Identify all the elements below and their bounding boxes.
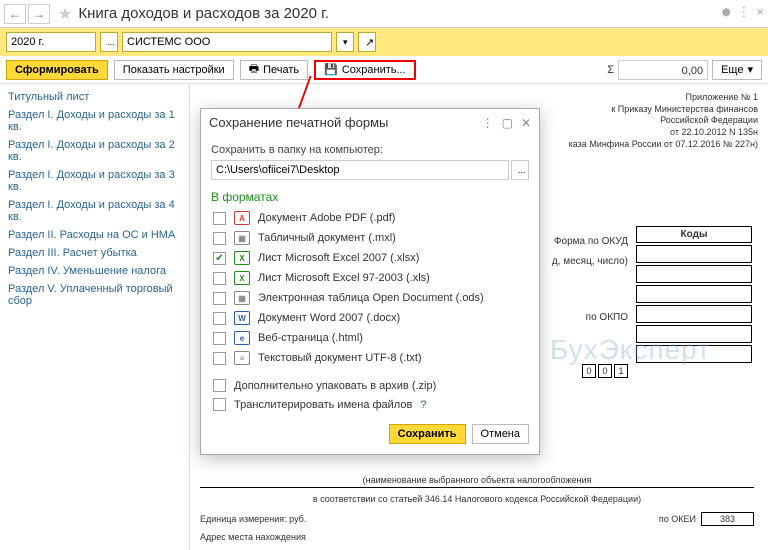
format-label: Лист Microsoft Excel 2007 (.xlsx) <box>258 252 419 264</box>
close-icon[interactable]: × <box>756 4 764 23</box>
filetype-icon: ▦ <box>234 291 250 305</box>
sidebar-item[interactable]: Раздел IV. Уменьшение налога <box>0 262 189 280</box>
filetype-icon: e <box>234 331 250 345</box>
filter-bar: ... ▾ ↗ <box>0 28 768 56</box>
org-input[interactable] <box>122 32 332 52</box>
sidebar-item[interactable]: Раздел I. Доходы и расходы за 1 кв. <box>0 106 189 136</box>
translit-checkbox[interactable] <box>213 398 226 411</box>
format-label: Табличный документ (.mxl) <box>258 232 396 244</box>
window-titlebar: ← → ★ Книга доходов и расходов за 2020 г… <box>0 0 768 28</box>
format-row: W Документ Word 2007 (.docx) <box>211 308 529 328</box>
show-settings-button[interactable]: Показать настройки <box>114 60 234 80</box>
formats-section-title: В форматах <box>211 190 529 204</box>
disk-icon: 💾 <box>324 63 338 76</box>
sidebar-item[interactable]: Титульный лист <box>0 88 189 106</box>
print-button[interactable]: 🖶Печать <box>240 60 308 80</box>
addr-label: Адрес места нахождения <box>200 532 754 544</box>
zip-checkbox[interactable] <box>213 379 226 392</box>
format-checkbox[interactable] <box>213 272 226 285</box>
year-picker-button[interactable]: ... <box>100 32 118 52</box>
format-checkbox[interactable] <box>213 232 226 245</box>
page-title: Книга доходов и расходов за 2020 г. <box>78 5 721 22</box>
codes-table: Коды <box>634 224 754 365</box>
more-button[interactable]: Еще ▾ <box>712 60 762 80</box>
sidebar-item[interactable]: Раздел V. Уплаченный торговый сбор <box>0 280 189 310</box>
format-row: X Лист Microsoft Excel 97-2003 (.xls) <box>211 268 529 288</box>
format-row: X Лист Microsoft Excel 2007 (.xlsx) <box>211 248 529 268</box>
filetype-icon: W <box>234 311 250 325</box>
format-label: Текстовый документ UTF-8 (.txt) <box>258 352 422 364</box>
format-checkbox[interactable] <box>213 212 226 225</box>
toolbar: Сформировать Показать настройки 🖶Печать … <box>0 56 768 84</box>
dialog-menu-icon[interactable]: ⋮ <box>482 116 494 130</box>
sidebar-item[interactable]: Раздел III. Расчет убытка <box>0 244 189 262</box>
dialog-title: Сохранение печатной формы <box>209 115 474 130</box>
format-label: Документ Word 2007 (.docx) <box>258 312 400 324</box>
format-checkbox[interactable] <box>213 312 226 325</box>
format-row: A Документ Adobe PDF (.pdf) <box>211 208 529 228</box>
favorite-icon[interactable]: ★ <box>58 4 72 24</box>
help-icon[interactable]: ? <box>420 399 426 411</box>
path-input[interactable] <box>211 160 509 180</box>
sections-sidebar: Титульный листРаздел I. Доходы и расходы… <box>0 84 190 550</box>
codes-header: Коды <box>636 226 752 243</box>
forward-button[interactable]: → <box>28 4 50 24</box>
format-row: ▦ Электронная таблица Open Document (.od… <box>211 288 529 308</box>
filetype-icon: X <box>234 251 250 265</box>
filetype-icon: ▦ <box>234 231 250 245</box>
unit-label: Единица измерения: руб. <box>200 514 306 524</box>
save-dialog: Сохранение печатной формы ⋮ ▢ ✕ Сохранит… <box>200 108 540 455</box>
format-label: Веб-страница (.html) <box>258 332 363 344</box>
year-input[interactable] <box>6 32 96 52</box>
format-checkbox[interactable] <box>213 252 226 265</box>
sidebar-item[interactable]: Раздел II. Расходы на ОС и НМА <box>0 226 189 244</box>
sigma-icon: Σ <box>607 64 614 76</box>
sum-display: 0,00 <box>618 60 708 80</box>
okud-label: Форма по ОКУД <box>554 236 628 247</box>
format-row: ≡ Текстовый документ UTF-8 (.txt) <box>211 348 529 368</box>
format-label: Документ Adobe PDF (.pdf) <box>258 212 395 224</box>
generate-button[interactable]: Сформировать <box>6 60 108 80</box>
dialog-save-button[interactable]: Сохранить <box>389 424 466 444</box>
browse-button[interactable]: ... <box>511 160 529 180</box>
format-label: Лист Microsoft Excel 97-2003 (.xls) <box>258 272 430 284</box>
back-button[interactable]: ← <box>4 4 26 24</box>
format-row: e Веб-страница (.html) <box>211 328 529 348</box>
dialog-close-icon[interactable]: ✕ <box>521 116 531 130</box>
printer-icon: 🖶 <box>249 60 259 79</box>
sidebar-item[interactable]: Раздел I. Доходы и расходы за 3 кв. <box>0 166 189 196</box>
discuss-icon[interactable]: 🟐 <box>721 4 731 23</box>
small-code-boxes: 001 <box>582 364 628 378</box>
save-button[interactable]: 💾Сохранить... <box>314 60 416 80</box>
format-list: A Документ Adobe PDF (.pdf) ▦ Табличный … <box>211 208 529 368</box>
path-label: Сохранить в папку на компьютер: <box>211 144 529 156</box>
foot-note: в соответствии со статьей 346.14 Налогов… <box>200 494 754 506</box>
format-label: Электронная таблица Open Document (.ods) <box>258 292 484 304</box>
date-label: д, месяц, число) <box>552 256 628 267</box>
format-checkbox[interactable] <box>213 332 226 345</box>
more-icon[interactable]: ⋮ <box>737 4 750 23</box>
filetype-icon: ≡ <box>234 351 250 365</box>
filetype-icon: A <box>234 211 250 225</box>
sidebar-item[interactable]: Раздел I. Доходы и расходы за 4 кв. <box>0 196 189 226</box>
org-open-button[interactable]: ↗ <box>358 32 376 52</box>
dialog-maximize-icon[interactable]: ▢ <box>502 116 513 130</box>
okei-value: 383 <box>701 512 754 526</box>
sidebar-item[interactable]: Раздел I. Доходы и расходы за 2 кв. <box>0 136 189 166</box>
format-checkbox[interactable] <box>213 292 226 305</box>
zip-label: Дополнительно упаковать в архив (.zip) <box>234 380 436 392</box>
format-row: ▦ Табличный документ (.mxl) <box>211 228 529 248</box>
translit-label: Транслитерировать имена файлов <box>234 399 412 411</box>
foot-note: (наименование выбранного объекта налогоо… <box>200 475 754 488</box>
okpo-label: по ОКПО <box>586 312 628 323</box>
doc-header-line: Приложение № 1 <box>200 92 758 104</box>
dialog-cancel-button[interactable]: Отмена <box>472 424 529 444</box>
format-checkbox[interactable] <box>213 352 226 365</box>
org-clear-button[interactable]: ▾ <box>336 32 354 52</box>
okei-label: по ОКЕИ <box>659 514 696 524</box>
filetype-icon: X <box>234 271 250 285</box>
